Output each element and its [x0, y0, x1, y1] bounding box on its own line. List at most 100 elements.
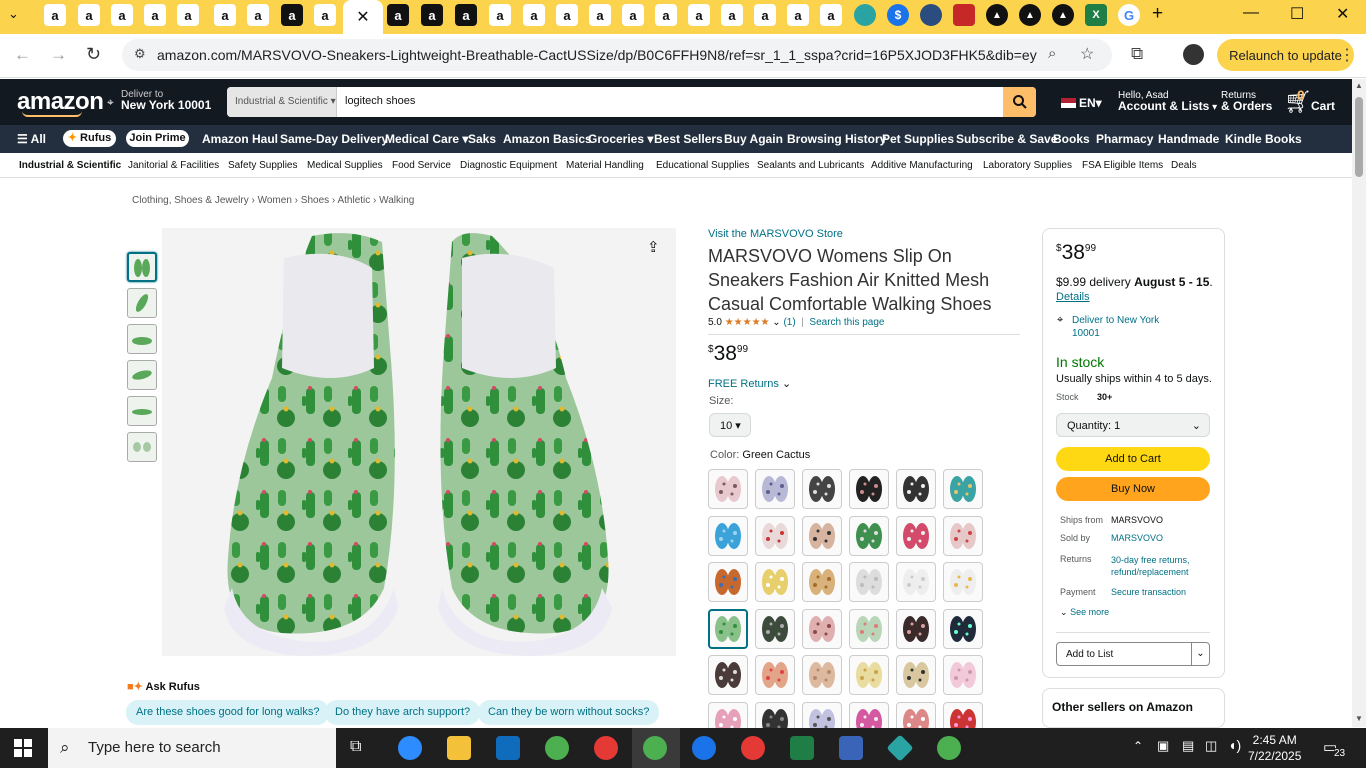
search-icon[interactable]: ⌕ [1048, 45, 1056, 62]
tab-amazon[interactable]: a [754, 4, 776, 26]
calculator-icon[interactable] [839, 736, 863, 760]
tab-amazon[interactable]: a [721, 4, 743, 26]
scroll-down-icon[interactable]: ▼ [1355, 714, 1363, 723]
outlook-icon[interactable] [496, 736, 520, 760]
tab-amazon[interactable]: a [111, 4, 133, 26]
color-swatch[interactable] [755, 655, 795, 695]
color-swatch[interactable] [943, 562, 983, 602]
color-swatch[interactable] [849, 515, 889, 556]
subnav-item[interactable]: Janitorial & Facilities [128, 160, 219, 171]
close-tab-icon[interactable]: ✕ [356, 7, 369, 27]
chrome-icon[interactable] [545, 736, 569, 760]
back-icon[interactable]: ← [14, 45, 31, 65]
nav-item[interactable]: Handmade [1158, 132, 1219, 146]
color-swatch[interactable] [708, 608, 748, 649]
nav-item[interactable]: Kindle Books [1225, 132, 1302, 146]
subnav-item[interactable]: Food Service [392, 160, 451, 171]
subnav-item[interactable]: Industrial & Scientific [19, 160, 121, 171]
url-text[interactable]: amazon.com/MARSVOVO-Sneakers-Lightweight… [157, 47, 1037, 63]
tab-site-icon[interactable] [920, 4, 942, 26]
store-link[interactable]: Visit the MARSVOVO Store [708, 228, 843, 240]
tray-network-icon[interactable]: ▤ [1182, 738, 1194, 754]
buy-now-button[interactable]: Buy Now [1056, 477, 1210, 501]
nav-item[interactable]: Books [1053, 132, 1090, 146]
chrome-icon[interactable] [692, 736, 716, 760]
language-select[interactable]: EN▾ [1079, 96, 1102, 110]
tab-amazon[interactable]: a [314, 4, 336, 26]
tab-triangle-icon[interactable]: ▲ [986, 4, 1008, 26]
taskbar-clock[interactable]: 2:45 AM 7/22/2025 [1248, 732, 1301, 764]
color-swatch[interactable] [755, 562, 795, 602]
subnav-item[interactable]: Additive Manufacturing [871, 160, 973, 171]
image-thumbnail[interactable] [127, 324, 157, 354]
nav-item[interactable]: Pharmacy [1096, 132, 1153, 146]
review-count-link[interactable]: (1) [783, 317, 795, 328]
tab-amazon[interactable]: a [78, 4, 100, 26]
chrome-icon[interactable] [937, 736, 961, 760]
scroll-up-icon[interactable]: ▲ [1355, 81, 1363, 90]
tray-app-icon[interactable]: ▣ [1157, 738, 1169, 754]
app-icon[interactable] [886, 734, 914, 762]
tab-amazon[interactable]: a [523, 4, 545, 26]
tab-site-icon[interactable] [953, 4, 975, 26]
quantity-select[interactable]: Quantity: 1 ⌄ [1056, 413, 1210, 437]
subnav-item[interactable]: Medical Supplies [307, 160, 383, 171]
color-swatch[interactable] [943, 655, 983, 695]
menu-kebab-icon[interactable]: ⋮ [1339, 45, 1355, 65]
tab-amazon[interactable]: a [144, 4, 166, 26]
color-swatch[interactable] [708, 515, 748, 556]
new-tab-icon[interactable]: + [1152, 3, 1163, 25]
color-swatch[interactable] [849, 469, 889, 509]
tab-amazon[interactable]: a [622, 4, 644, 26]
tab-amazon[interactable]: a [589, 4, 611, 26]
account-menu[interactable]: Hello, Asad Account & Lists ▾ [1118, 90, 1217, 113]
subnav-item[interactable]: Educational Supplies [656, 160, 749, 171]
chrome-icon[interactable] [594, 736, 618, 760]
add-to-list-button[interactable]: Add to List ⌄ [1056, 642, 1210, 666]
color-swatch[interactable] [943, 608, 983, 649]
tab-amazon[interactable]: a [688, 4, 710, 26]
scrollbar-thumb[interactable] [1355, 97, 1363, 177]
color-swatch[interactable] [708, 469, 748, 509]
details-link[interactable]: Details [1056, 291, 1090, 303]
size-select[interactable]: 10 ▾ [709, 413, 751, 437]
subnav-item[interactable]: Laboratory Supplies [983, 160, 1072, 171]
address-bar[interactable]: ⚙ amazon.com/MARSVOVO-Sneakers-Lightweig… [122, 39, 1112, 71]
rufus-question-chip[interactable]: Do they have arch support? [325, 700, 481, 725]
tab-amazon[interactable]: a [281, 4, 303, 26]
nav-item[interactable]: Amazon Haul [202, 132, 278, 146]
color-swatch[interactable] [802, 608, 842, 649]
search-category-select[interactable]: Industrial & Scientific ▾ [227, 87, 337, 117]
deliver-to-link[interactable]: Deliver to New York 10001 [1072, 314, 1159, 340]
rufus-button[interactable]: ✦ Rufus [63, 130, 116, 147]
tab-amazon[interactable]: a [787, 4, 809, 26]
nav-item[interactable]: Saks [468, 132, 496, 146]
tab-amazon[interactable]: a [387, 4, 409, 26]
zoom-app-icon[interactable] [398, 736, 422, 760]
color-swatch[interactable] [896, 515, 936, 556]
nav-item[interactable]: Browsing History [787, 132, 886, 146]
tab-triangle-icon[interactable]: ▲ [1052, 4, 1074, 26]
page-scrollbar[interactable]: ▲ ▼ [1352, 79, 1366, 727]
image-thumbnail[interactable] [127, 288, 157, 318]
chrome-icon[interactable] [643, 736, 667, 760]
extensions-icon[interactable]: ⧉ [1131, 44, 1143, 64]
tab-amazon[interactable]: a [655, 4, 677, 26]
nav-item[interactable]: Same-Day Delivery [280, 132, 388, 146]
chrome-icon[interactable] [741, 736, 765, 760]
chevron-down-icon[interactable]: ⌄ [1191, 643, 1209, 665]
file-explorer-icon[interactable] [447, 736, 471, 760]
search-submit-button[interactable] [1003, 87, 1036, 117]
nav-item[interactable]: Amazon Basics [503, 132, 592, 146]
add-to-cart-button[interactable]: Add to Cart [1056, 447, 1210, 471]
payment-link[interactable]: Secure transaction [1111, 587, 1186, 597]
tab-site-icon[interactable] [854, 4, 876, 26]
share-icon[interactable]: ⇪ [647, 238, 660, 256]
windows-start-icon[interactable] [14, 739, 32, 757]
tab-excel-icon[interactable]: X [1085, 4, 1107, 26]
close-window-icon[interactable]: ✕ [1336, 4, 1349, 24]
tab-amazon[interactable]: a [820, 4, 842, 26]
chevron-down-icon[interactable]: ⌄ [772, 317, 780, 328]
tab-dollar-icon[interactable]: $ [887, 4, 909, 26]
color-swatch[interactable] [755, 515, 795, 556]
